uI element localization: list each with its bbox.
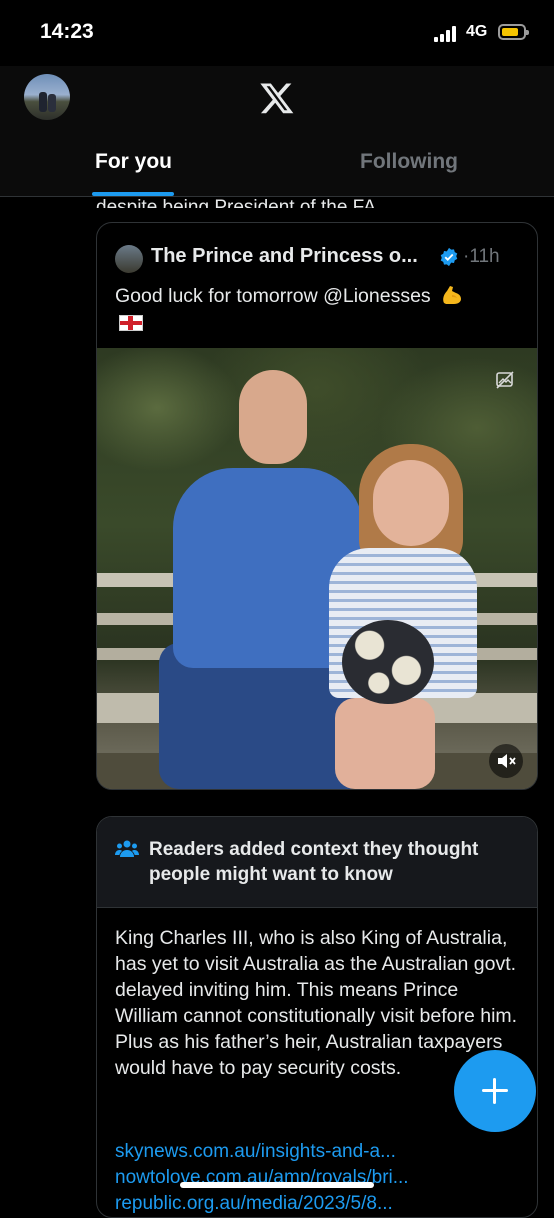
quoted-post[interactable]: The Prince and Princess o... ·11h Good l… <box>96 222 538 790</box>
tab-for-you[interactable]: For you <box>95 150 172 174</box>
cellular-signal-icon <box>434 26 456 42</box>
people-icon <box>115 840 139 857</box>
quoted-author-avatar[interactable] <box>115 245 143 273</box>
source-link[interactable]: republic.org.au/media/2023/5/8... <box>115 1191 525 1217</box>
community-note-sources: skynews.com.au/insights-and-a... nowtolo… <box>115 1139 525 1217</box>
quoted-author-name[interactable]: The Prince and Princess o... <box>151 245 418 268</box>
community-note[interactable]: Readers added context they thought peopl… <box>96 816 538 1218</box>
england-flag-emoji-icon <box>119 315 143 331</box>
post-video[interactable] <box>97 348 537 789</box>
status-time: 14:23 <box>40 20 94 43</box>
community-note-header: Readers added context they thought peopl… <box>97 817 537 908</box>
community-note-title: Readers added context they thought peopl… <box>149 839 479 885</box>
community-note-body: King Charles III, who is also King of Au… <box>115 927 518 1079</box>
status-bar: 14:23 4G <box>0 0 554 66</box>
x-logo-icon[interactable] <box>258 80 296 116</box>
home-indicator[interactable] <box>180 1182 374 1188</box>
verified-badge-icon <box>440 247 458 267</box>
quoted-post-time[interactable]: ·11h <box>463 246 500 268</box>
compose-post-button[interactable] <box>454 1050 536 1132</box>
flexed-biceps-emoji-icon <box>443 286 462 304</box>
profile-avatar[interactable] <box>24 74 70 120</box>
tab-following[interactable]: Following <box>360 150 458 174</box>
quoted-post-text: Good luck for tomorrow @Lionesses <box>115 283 525 309</box>
battery-icon <box>498 24 529 40</box>
source-link[interactable]: skynews.com.au/insights-and-a... <box>115 1139 525 1165</box>
network-type: 4G <box>466 23 488 40</box>
post-text-partial: despite being President of the FA. <box>96 197 382 208</box>
mute-button[interactable] <box>489 744 523 778</box>
muted-speaker-icon <box>498 754 516 768</box>
no-image-description-icon[interactable] <box>495 370 515 390</box>
